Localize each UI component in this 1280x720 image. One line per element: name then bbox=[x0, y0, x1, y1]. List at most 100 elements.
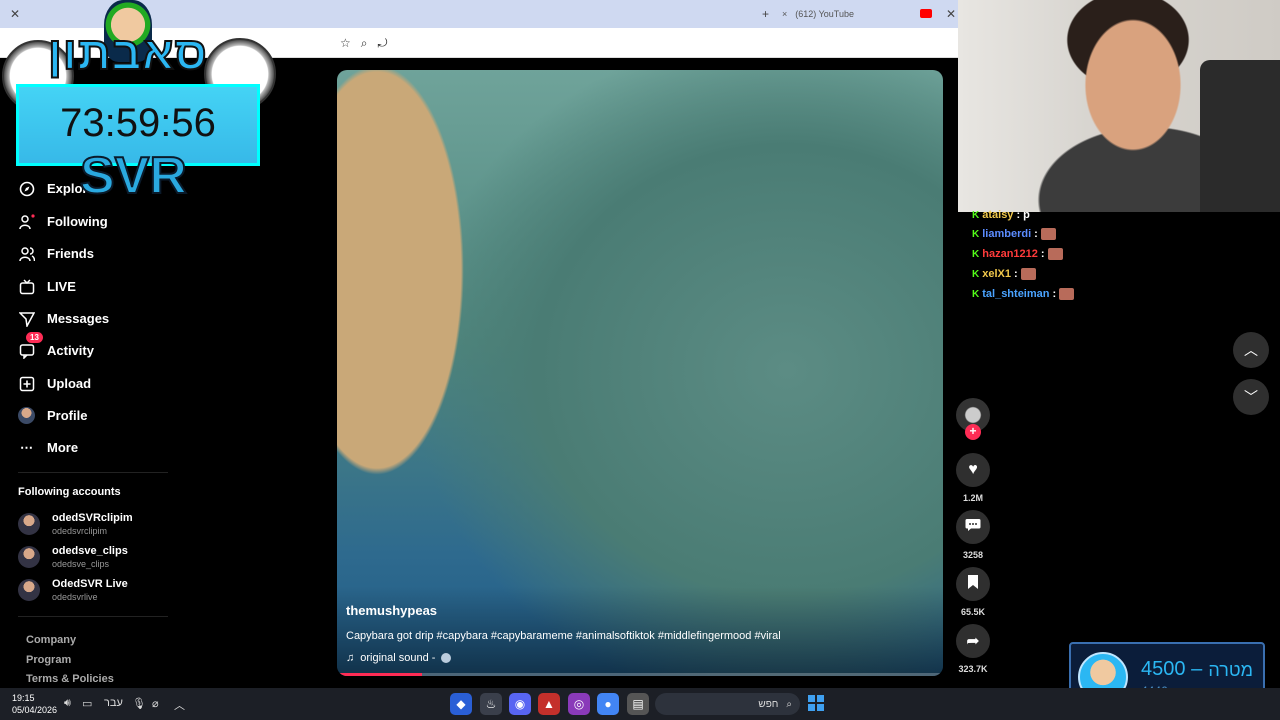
nav-live[interactable]: LIVE bbox=[18, 278, 76, 295]
install-app-icon[interactable]: ⤾ bbox=[378, 36, 388, 51]
nav-following-label: Following bbox=[47, 214, 108, 229]
nav-live-label: LIVE bbox=[47, 279, 76, 294]
app-icon[interactable]: ▲ bbox=[538, 693, 560, 715]
tab-close-icon[interactable]: × bbox=[782, 9, 787, 19]
nav-profile[interactable]: Profile bbox=[18, 407, 87, 424]
footer-link-company[interactable]: Company bbox=[26, 634, 76, 646]
share-count: 323.7K bbox=[958, 664, 988, 674]
nav-more[interactable]: ⋯ More bbox=[18, 439, 78, 456]
next-video-button[interactable]: ﹀ bbox=[1233, 379, 1269, 415]
emote-icon bbox=[1059, 288, 1075, 300]
video-author[interactable]: themushypeas bbox=[346, 603, 437, 618]
video-player[interactable]: themushypeas Capybara got drip #capybara… bbox=[337, 70, 943, 676]
comment-bubble-icon bbox=[965, 518, 981, 537]
chat-message: K hazan1212 : bbox=[972, 245, 1063, 263]
chat-message: K tal_shteiman : bbox=[972, 285, 1075, 303]
search-placeholder: חפש bbox=[758, 698, 779, 710]
account-name: OdedSVR Live bbox=[52, 578, 128, 590]
emote-icon bbox=[1020, 268, 1036, 280]
person-plus-icon bbox=[18, 213, 35, 230]
activity-icon: 13 bbox=[18, 332, 43, 359]
nav-friends[interactable]: Friends bbox=[18, 245, 94, 262]
video-progress-bar[interactable] bbox=[337, 673, 943, 676]
share-arrow-icon: ➦ bbox=[966, 633, 980, 650]
tab-youtube[interactable]: × (612) YouTube bbox=[782, 4, 932, 24]
comment-button[interactable] bbox=[956, 510, 990, 544]
profile-avatar-icon bbox=[18, 407, 35, 424]
taskbar-search[interactable]: חפש ⌕ bbox=[655, 693, 800, 715]
friends-icon bbox=[18, 245, 35, 262]
chat-user: hazan1212 bbox=[982, 248, 1038, 260]
app-icon[interactable]: ◆ bbox=[450, 693, 472, 715]
upload-plus-icon bbox=[18, 375, 35, 392]
file-explorer-icon[interactable]: ▤ bbox=[627, 693, 649, 715]
network-icon[interactable]: ▭ bbox=[82, 697, 92, 710]
tray-chevron-up-icon[interactable]: ︿ bbox=[174, 697, 185, 713]
like-button[interactable]: ♥ bbox=[956, 453, 990, 487]
microphone-icon[interactable]: 🎙︎ bbox=[132, 697, 146, 710]
clock-date: 05/04/2026 bbox=[12, 705, 58, 715]
video-sound[interactable]: ♫ original sound - bbox=[346, 652, 452, 664]
divider bbox=[18, 616, 168, 617]
chat-user: liamberdi bbox=[982, 228, 1032, 240]
previous-video-button[interactable]: ︿ bbox=[1233, 332, 1269, 368]
account-handle: odedsve_clips bbox=[52, 559, 110, 569]
footer-link-terms[interactable]: Terms & Policies bbox=[26, 673, 114, 685]
emote-icon bbox=[1047, 248, 1063, 260]
nav-messages-label: Messages bbox=[47, 311, 110, 326]
following-account[interactable]: odedsve_clips odedsve_clips bbox=[18, 545, 128, 569]
chat-text: : p bbox=[1016, 209, 1030, 221]
close-window-icon[interactable]: ✕ bbox=[10, 7, 20, 21]
chevron-down-icon: ﹀ bbox=[1244, 389, 1258, 405]
comment-count: 3258 bbox=[962, 550, 984, 560]
nav-profile-label: Profile bbox=[47, 408, 88, 423]
avatar bbox=[18, 579, 40, 601]
compass-icon bbox=[18, 180, 35, 197]
kick-badge-icon: K bbox=[972, 268, 980, 280]
nav-upload[interactable]: Upload bbox=[18, 375, 91, 392]
chat-text: : bbox=[1034, 228, 1038, 240]
nav-activity-label: Activity bbox=[47, 343, 94, 358]
following-account[interactable]: OdedSVR Live odedsvrlive bbox=[18, 578, 128, 602]
more-dots-icon: ⋯ bbox=[20, 439, 33, 455]
video-caption: Capybara got drip #capybara #capybaramem… bbox=[346, 630, 781, 642]
follow-plus-button[interactable]: + bbox=[965, 424, 981, 440]
paper-plane-icon bbox=[18, 310, 35, 327]
divider bbox=[18, 472, 168, 473]
language-indicator[interactable]: עבר bbox=[104, 697, 123, 709]
like-count: 1.2M bbox=[962, 493, 983, 503]
goal-label: מטרה bbox=[1208, 660, 1253, 680]
chat-message: K xelX1 : bbox=[972, 265, 1036, 283]
stream-layout: ✕ + × (612) YouTube ✕ ☆ ⌕ ⤾ Explore Foll… bbox=[0, 0, 1280, 720]
windows-taskbar: 19:15 05/04/2026 🔊︎ ▭ עבר 🎙︎ ⌀ ︿ ◆ ♨ ◉ ▲… bbox=[0, 688, 1280, 720]
app-icon[interactable]: ◎ bbox=[568, 693, 590, 715]
account-name: odedSVRclipim bbox=[52, 512, 133, 524]
footer-link-program[interactable]: Program bbox=[26, 654, 71, 666]
discord-icon[interactable]: ◉ bbox=[509, 693, 531, 715]
steam-icon[interactable]: ♨ bbox=[480, 693, 502, 715]
share-button[interactable]: ➦ bbox=[956, 624, 990, 658]
tab-title: (612) YouTube bbox=[795, 9, 854, 19]
sound-avatar-icon bbox=[441, 653, 452, 663]
windows-start-icon[interactable] bbox=[808, 695, 824, 711]
youtube-favicon-icon bbox=[920, 9, 932, 18]
nav-activity[interactable]: 13 Activity bbox=[18, 332, 94, 359]
nav-messages[interactable]: Messages bbox=[18, 310, 109, 327]
nav-following[interactable]: Following bbox=[18, 213, 108, 230]
taskbar-clock[interactable]: 19:15 05/04/2026 bbox=[12, 692, 57, 716]
chrome-icon[interactable]: ● bbox=[597, 693, 619, 715]
bookmark-star-icon[interactable]: ☆ bbox=[340, 36, 351, 50]
kick-badge-icon: K bbox=[972, 248, 980, 260]
avatar bbox=[18, 546, 40, 568]
nav-friends-label: Friends bbox=[47, 246, 94, 261]
zoom-icon[interactable]: ⌕ bbox=[361, 36, 368, 51]
save-button[interactable] bbox=[956, 567, 990, 601]
new-tab-button[interactable]: + bbox=[762, 7, 769, 21]
window-close-button[interactable]: ✕ bbox=[946, 7, 956, 21]
chair-shape bbox=[1200, 60, 1280, 212]
kick-badge-icon: K bbox=[972, 209, 980, 221]
volume-icon[interactable]: 🔊︎ bbox=[64, 697, 71, 710]
following-account[interactable]: odedSVRclipim odedsvrclipim bbox=[18, 512, 133, 536]
brand-logo: SVR bbox=[79, 146, 188, 206]
wifi-off-icon[interactable]: ⌀ bbox=[152, 697, 159, 710]
